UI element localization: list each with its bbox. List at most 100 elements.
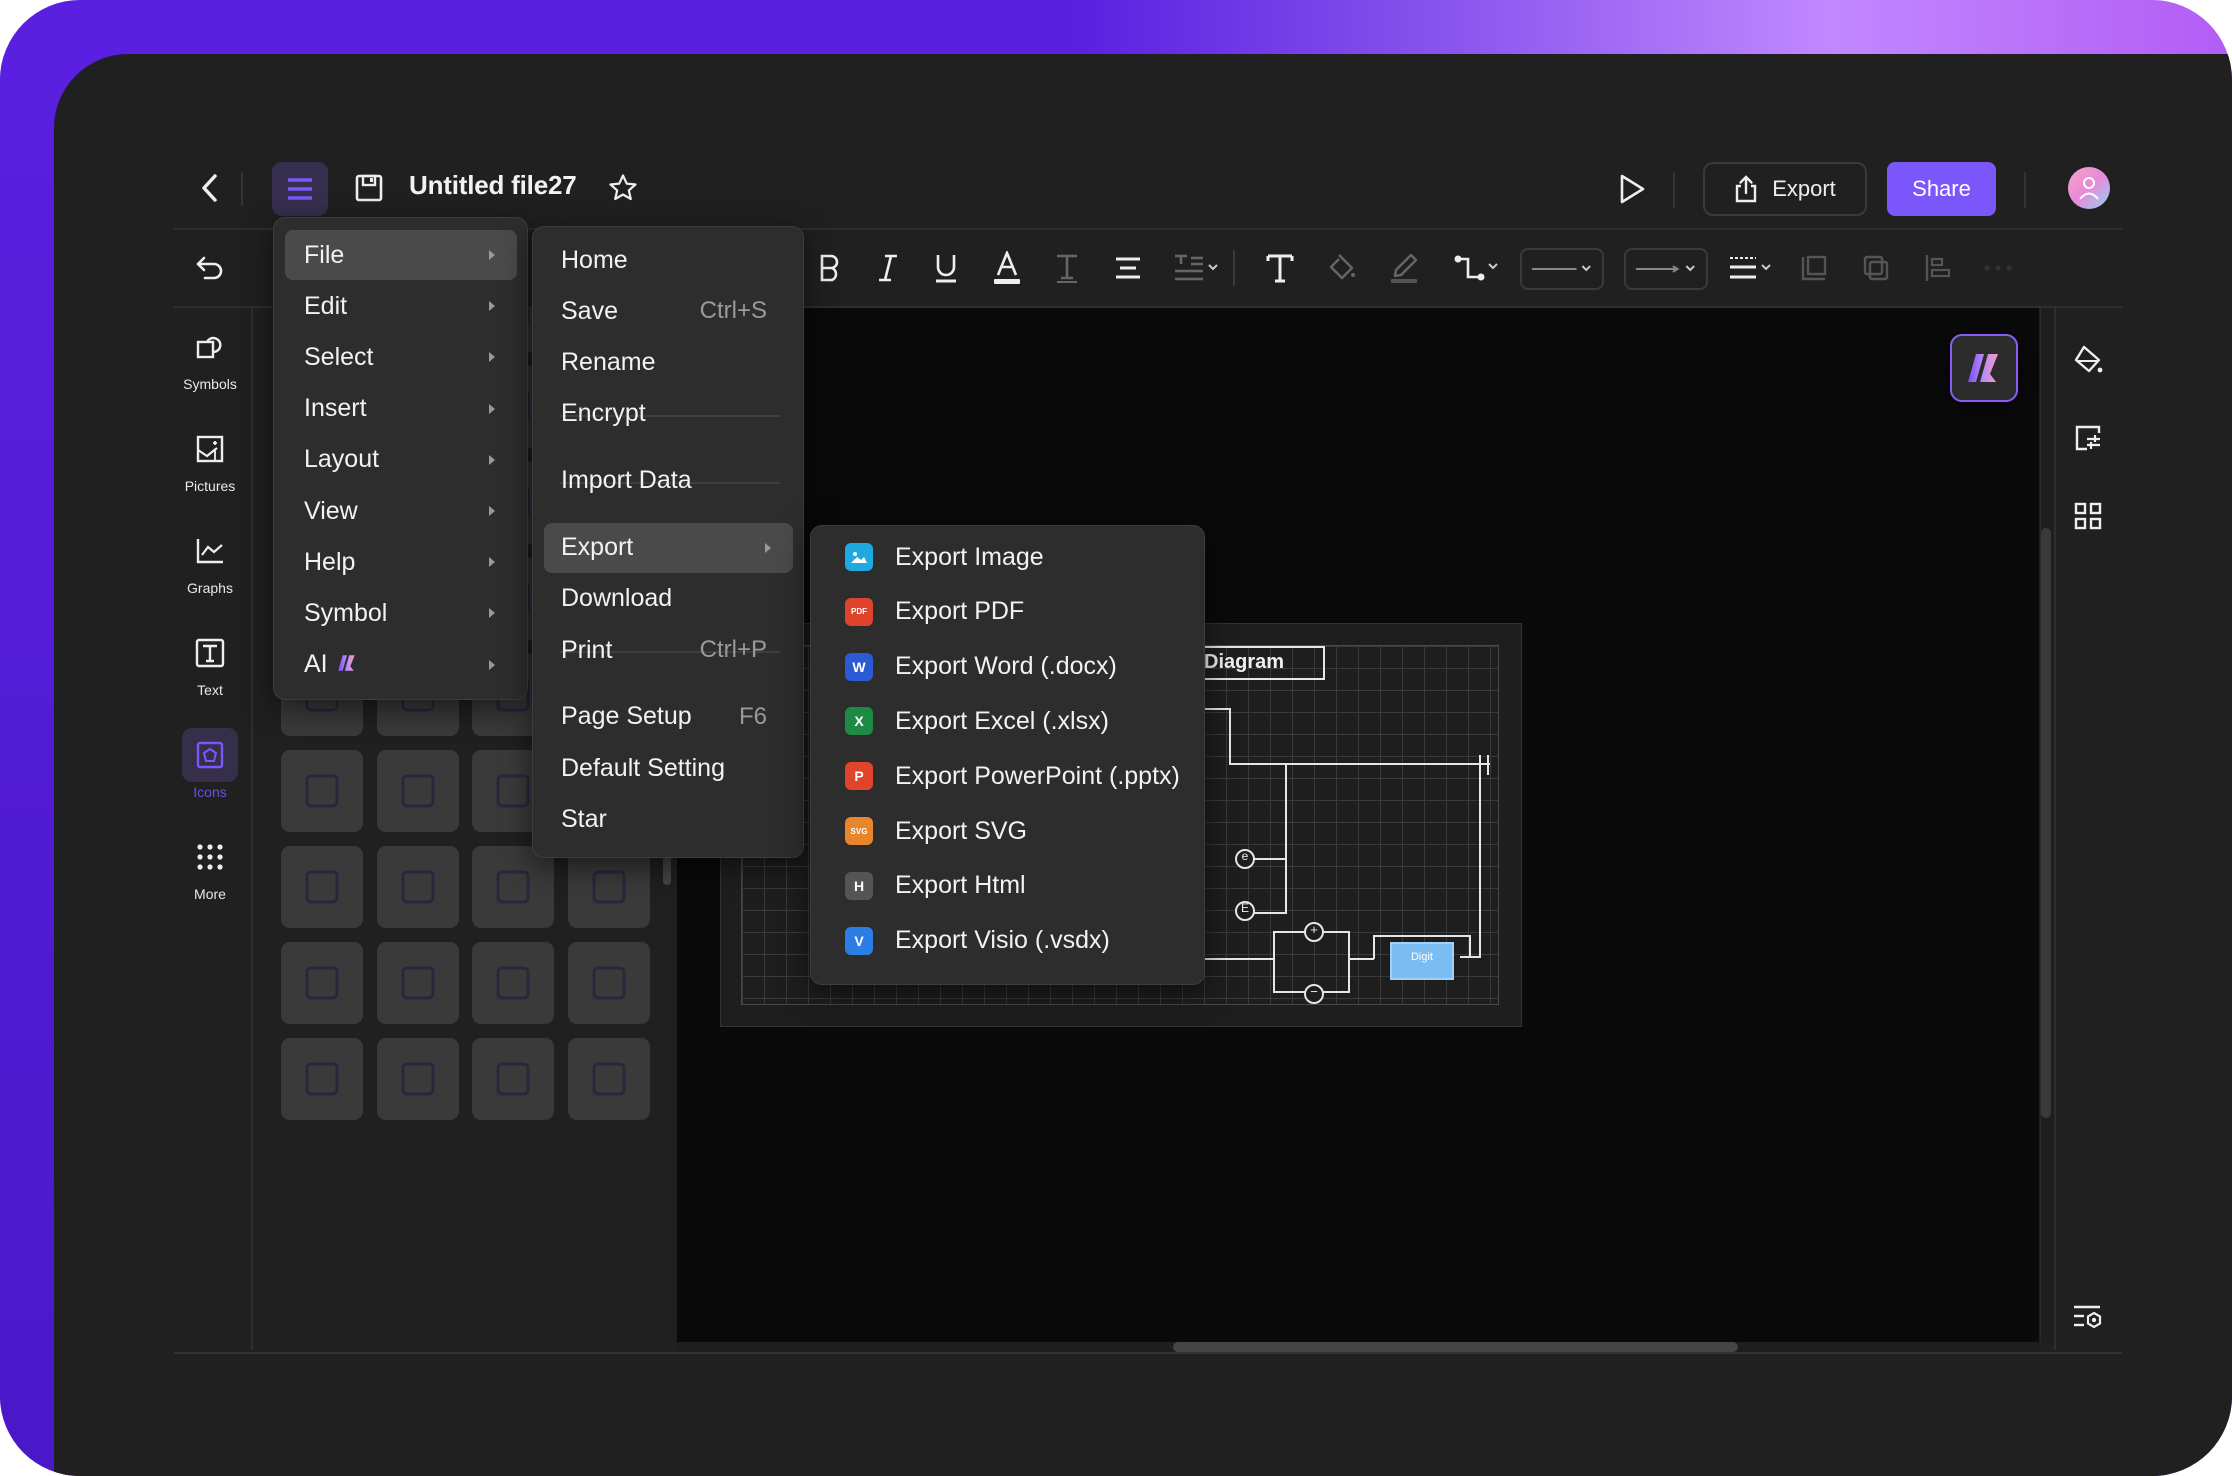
- undo-button[interactable]: [190, 246, 230, 290]
- main-menu-item-help[interactable]: Help: [285, 537, 517, 587]
- file-menu-item-save[interactable]: Save Ctrl+S: [544, 286, 793, 336]
- text-button[interactable]: [1260, 246, 1300, 290]
- library-icon-tile[interactable]: [377, 1038, 459, 1120]
- export-menu-item-export-html[interactable]: H Export Html: [821, 861, 1195, 911]
- text-style-button[interactable]: [1048, 246, 1086, 290]
- export-format-badge: SVG: [850, 826, 868, 836]
- underline-button[interactable]: [928, 246, 964, 290]
- horizontal-scrollbar-thumb[interactable]: [1173, 1342, 1738, 1352]
- library-icon: [305, 870, 339, 904]
- file-menu-item-encrypt[interactable]: Encrypt: [544, 389, 793, 439]
- avatar[interactable]: [2068, 167, 2110, 209]
- file-menu-item-default-setting[interactable]: Default Setting: [544, 743, 793, 793]
- submenu-arrow-icon: [489, 608, 495, 619]
- export-menu-item-export-visio-vsdx[interactable]: V Export Visio (.vsdx): [821, 916, 1195, 966]
- align-objects-button[interactable]: [1920, 246, 1956, 290]
- more-tools-button[interactable]: [1978, 246, 2018, 290]
- arrow-style-icon: [1635, 265, 1695, 273]
- library-icon-tile[interactable]: [281, 846, 363, 928]
- nav-pictures[interactable]: Pictures: [174, 422, 246, 508]
- file-menu-item-rename[interactable]: Rename: [544, 337, 793, 387]
- present-button[interactable]: [1612, 168, 1652, 210]
- library-icon-tile[interactable]: [377, 750, 459, 832]
- arrow-style-dropdown[interactable]: [1624, 248, 1708, 290]
- nav-symbols[interactable]: Symbols: [174, 320, 246, 406]
- connector-dropdown[interactable]: [1450, 246, 1506, 290]
- page-settings-button[interactable]: [2068, 1298, 2108, 1338]
- line-style-dropdown[interactable]: [1520, 248, 1604, 290]
- line-weight-dropdown[interactable]: [1726, 246, 1778, 290]
- export-menu-item-export-svg[interactable]: SVG Export SVG: [821, 806, 1195, 856]
- library-icon-tile[interactable]: [472, 846, 554, 928]
- main-menu-item-layout[interactable]: Layout: [285, 435, 517, 485]
- digit-label[interactable]: Digit: [1391, 951, 1453, 963]
- font-color-button[interactable]: [988, 246, 1026, 290]
- send-back-icon: [1863, 255, 1889, 281]
- nav-icons[interactable]: Icons: [174, 728, 246, 814]
- export-menu-item-export-pdf[interactable]: PDF Export PDF: [821, 587, 1195, 637]
- file-menu-item-export[interactable]: Export: [544, 522, 793, 573]
- library-icon-tile[interactable]: [377, 846, 459, 928]
- library-icon-tile[interactable]: [281, 1038, 363, 1120]
- menu-item-label: Export PDF: [895, 597, 1025, 626]
- library-icon-tile[interactable]: [281, 750, 363, 832]
- italic-button[interactable]: [870, 246, 906, 290]
- library-icon-tile[interactable]: [568, 1038, 650, 1120]
- share-button[interactable]: Share: [1887, 162, 1996, 216]
- library-icon-tile[interactable]: [377, 942, 459, 1024]
- library-icon-tile[interactable]: [568, 846, 650, 928]
- ai-logo-icon: [1968, 354, 1998, 382]
- fill-color-button[interactable]: [1322, 246, 1362, 290]
- bold-button[interactable]: [812, 246, 848, 290]
- library-icon-tile[interactable]: [472, 942, 554, 1024]
- main-menu-item-edit[interactable]: Edit: [285, 281, 517, 331]
- library-scrollbar[interactable]: [663, 855, 671, 885]
- star-button[interactable]: [604, 168, 642, 208]
- nav-text[interactable]: Text: [174, 626, 246, 712]
- export-menu-item-export-excel-xlsx[interactable]: X Export Excel (.xlsx): [821, 696, 1195, 746]
- back-button[interactable]: [190, 166, 230, 210]
- line-spacing-dropdown[interactable]: [1168, 246, 1226, 290]
- main-menu-button[interactable]: [272, 162, 328, 216]
- diagram-title[interactable]: Diagram: [1204, 651, 1284, 674]
- format-panel-button[interactable]: [2068, 418, 2108, 458]
- export-menu-item-export-powerpoint-pptx[interactable]: P Export PowerPoint (.pptx): [821, 751, 1195, 801]
- send-back-button[interactable]: [1858, 246, 1894, 290]
- library-icon-tile[interactable]: [472, 1038, 554, 1120]
- apps-panel-button[interactable]: [2068, 496, 2108, 536]
- export-button[interactable]: Export: [1703, 162, 1867, 216]
- main-menu-item-ai[interactable]: AI: [285, 640, 517, 690]
- file-menu-item-print[interactable]: Print Ctrl+P: [544, 625, 793, 675]
- save-icon: [355, 174, 383, 202]
- file-menu-item-download[interactable]: Download: [544, 574, 793, 624]
- library-icon: [592, 870, 626, 904]
- line-weight-icon: [1730, 257, 1771, 279]
- menu-item-label: AI: [304, 650, 328, 679]
- main-menu-item-view[interactable]: View: [285, 486, 517, 536]
- vertical-scrollbar-thumb[interactable]: [2041, 528, 2051, 1118]
- line-color-button[interactable]: [1384, 246, 1424, 290]
- bring-front-button[interactable]: [1796, 246, 1832, 290]
- ai-assistant-button[interactable]: [1950, 334, 2018, 402]
- save-button[interactable]: [350, 168, 388, 208]
- nav-more[interactable]: More: [174, 830, 246, 916]
- document-title[interactable]: Untitled file27: [409, 170, 577, 201]
- library-icon-tile[interactable]: [281, 942, 363, 1024]
- file-menu-item-page-setup[interactable]: Page Setup F6: [544, 692, 793, 742]
- export-format-icon: [845, 543, 873, 571]
- main-menu-item-file[interactable]: File: [285, 230, 517, 280]
- main-menu-item-symbol[interactable]: Symbol: [285, 588, 517, 638]
- nav-graphs[interactable]: Graphs: [174, 524, 246, 610]
- main-menu-item-select[interactable]: Select: [285, 332, 517, 382]
- menu-item-label: Page Setup: [561, 702, 692, 731]
- library-icon-tile[interactable]: [568, 942, 650, 1024]
- file-menu-item-star[interactable]: Star: [544, 794, 793, 844]
- menu-item-label: Export PowerPoint (.pptx): [895, 761, 1180, 790]
- file-menu-item-home[interactable]: Home: [544, 235, 793, 285]
- export-menu-item-export-image[interactable]: Export Image: [821, 532, 1195, 582]
- main-menu-item-insert[interactable]: Insert: [285, 384, 517, 434]
- fill-panel-button[interactable]: [2068, 340, 2108, 380]
- align-button[interactable]: [1108, 246, 1148, 290]
- export-menu-item-export-word-docx[interactable]: W Export Word (.docx): [821, 642, 1195, 692]
- file-menu-item-import-data[interactable]: Import Data: [544, 456, 793, 506]
